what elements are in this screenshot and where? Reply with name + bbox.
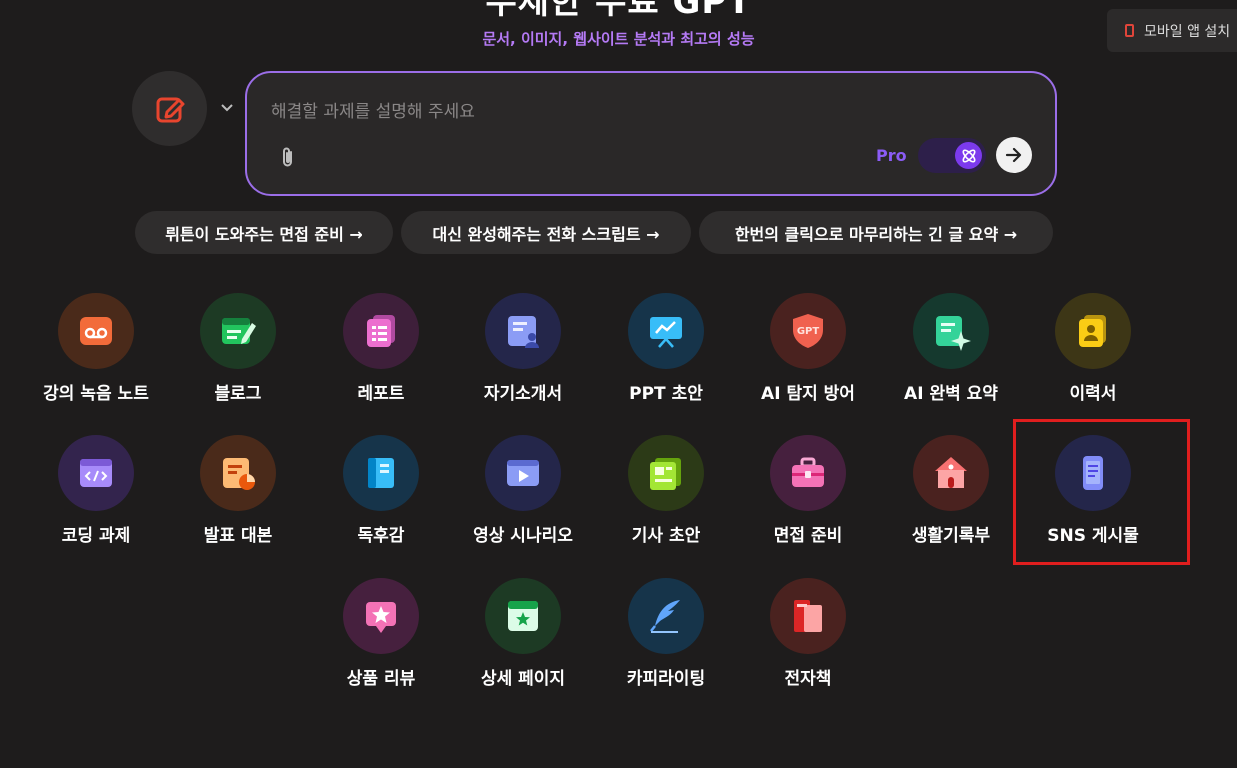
newspaper-icon [650,458,681,490]
tool-blog[interactable]: 블로그 [167,293,309,413]
star-review-icon [366,602,396,633]
tool-label: 면접 준비 [773,526,843,546]
tool-label: 상품 리뷰 [346,669,416,689]
send-button[interactable] [996,137,1032,173]
tool-label: AI 탐지 방어 [761,384,855,404]
blog-edit-icon [222,318,256,344]
briefcase-icon [792,457,824,487]
tool-label: 이력서 [1069,384,1117,404]
tool-label: 기사 초안 [631,526,701,546]
tool-label: 코딩 과제 [61,526,131,546]
voicemail-icon [80,317,112,345]
tool-label: 자기소개서 [483,384,563,404]
suggestion-chip-interview[interactable]: 뤼튼이 도와주는 면접 준비 → [135,211,393,254]
tool-article[interactable]: 기사 초안 [595,435,737,555]
tool-coding[interactable]: 코딩 과제 [25,435,167,555]
presentation-icon [650,317,682,348]
tool-lecture-notes[interactable]: 강의 녹음 노트 [25,293,167,413]
tool-book-report[interactable]: 독후감 [310,435,452,555]
mode-select-button[interactable] [132,71,207,146]
book-icon [368,458,394,488]
tool-label: 생활기록부 [911,526,991,546]
chevron-down-icon[interactable] [217,98,237,118]
edit-icon [156,97,184,122]
attach-icon[interactable] [277,145,299,169]
atom-icon [955,142,982,169]
mobile-app-install-label: 모바일 앱 설치 [1144,23,1231,40]
gpt-shield-icon: GPT [793,314,823,348]
pro-toggle[interactable] [918,138,986,173]
arrow-right-icon [1005,147,1022,163]
pro-label: Pro [876,146,907,165]
tool-product-review[interactable]: 상품 리뷰 [310,578,452,698]
suggestion-chip-summary[interactable]: 한번의 클릭으로 마무리하는 긴 글 요약 → [699,211,1053,254]
tool-label: 레포트 [357,384,405,404]
svg-text:GPT: GPT [797,326,820,337]
ebook-icon [794,600,822,632]
resume-icon [1079,315,1106,347]
tool-resume[interactable]: 이력서 [1022,293,1164,413]
tool-ai-summary[interactable]: AI 완벽 요약 [880,293,1022,413]
app-root: 무제한 무료 GPT 문서, 이미지, 웹사이트 분석과 최고의 성능 모바일 … [0,0,1237,768]
tool-school-record[interactable]: 생활기록부 [880,435,1022,555]
profile-doc-icon [508,316,539,348]
tool-label: AI 완벽 요약 [904,384,998,404]
tool-interview[interactable]: 면접 준비 [737,435,879,555]
quill-icon [650,600,680,633]
chart-doc-icon [223,458,255,490]
tool-label: 강의 녹음 노트 [43,384,149,404]
prompt-input[interactable] [271,97,971,127]
page-subtitle: 문서, 이미지, 웹사이트 분석과 최고의 성능 [482,30,755,48]
tool-label: 영상 시나리오 [473,526,573,546]
tool-self-intro[interactable]: 자기소개서 [452,293,594,413]
tool-label: 블로그 [214,384,262,404]
tool-label: PPT 초안 [629,384,703,404]
sparkle-doc-icon [936,316,971,351]
tool-ppt[interactable]: PPT 초안 [595,293,737,413]
code-window-icon [80,459,112,487]
tool-video-scenario[interactable]: 영상 시나리오 [452,435,594,555]
mobile-app-install-button[interactable]: 모바일 앱 설치 [1107,9,1237,52]
star-page-icon [508,601,538,631]
page-title: 무제한 무료 GPT [485,0,752,22]
tool-ai-detect[interactable]: GPT AI 탐지 방어 [737,293,879,413]
tool-copywriting[interactable]: 카피라이팅 [595,578,737,698]
phone-icon [1125,24,1134,37]
tool-ebook[interactable]: 전자책 [737,578,879,698]
tool-detail-page[interactable]: 상세 페이지 [452,578,594,698]
tool-label: 발표 대본 [203,526,273,546]
tool-presentation-script[interactable]: 발표 대본 [167,435,309,555]
selection-highlight [1013,419,1190,565]
report-icon [367,315,395,347]
tool-label: 상세 페이지 [480,669,566,689]
tool-label: 전자책 [784,669,832,689]
tool-report[interactable]: 레포트 [310,293,452,413]
school-icon [935,457,967,488]
video-icon [507,460,539,486]
tool-label: 카피라이팅 [626,669,706,689]
prompt-box: Pro [245,71,1057,196]
tool-label: 독후감 [357,526,405,546]
suggestion-chip-phone-script[interactable]: 대신 완성해주는 전화 스크립트 → [401,211,691,254]
